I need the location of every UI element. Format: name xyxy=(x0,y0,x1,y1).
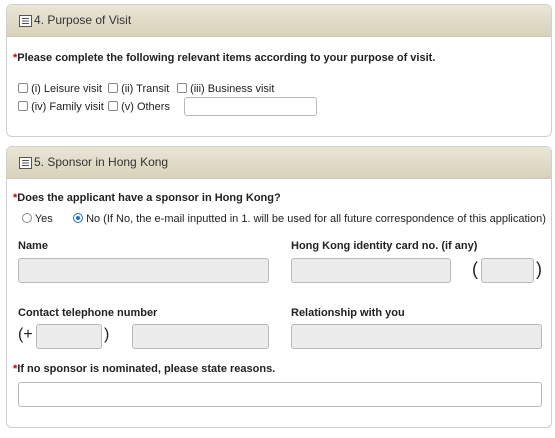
hkid-check-digit-input[interactable] xyxy=(481,258,534,283)
family-visit-option[interactable]: (iv) Family visit xyxy=(18,101,104,113)
hkid-open-paren: ( xyxy=(472,259,478,279)
leisure-visit-checkbox[interactable] xyxy=(18,83,28,93)
name-label: Name xyxy=(18,240,48,252)
no-sponsor-reason-input[interactable] xyxy=(18,382,542,407)
sponsor-header: 5. Sponsor in Hong Kong xyxy=(7,147,551,179)
sponsor-no-option[interactable]: No (If No, the e-mail inputted in 1. wil… xyxy=(73,213,546,225)
phone-number-input[interactable] xyxy=(132,324,269,349)
phone-prefix: (+ xyxy=(18,326,33,343)
relationship-label: Relationship with you xyxy=(291,307,405,319)
section-title: 4. Purpose of Visit xyxy=(34,13,132,27)
list-icon xyxy=(19,157,32,169)
no-sponsor-reason-label: *If no sponsor is nominated, please stat… xyxy=(13,363,276,375)
business-visit-checkbox[interactable] xyxy=(177,83,187,93)
others-option[interactable]: (v) Others xyxy=(108,101,170,113)
transit-checkbox[interactable] xyxy=(108,83,118,93)
purpose-of-visit-panel: 4. Purpose of Visit *Please complete the… xyxy=(6,4,552,137)
family-visit-checkbox[interactable] xyxy=(18,101,28,111)
sponsor-no-radio[interactable] xyxy=(73,213,83,223)
hkid-close-paren: ) xyxy=(536,259,542,279)
hkid-input[interactable] xyxy=(291,258,451,283)
sponsor-yes-option[interactable]: Yes xyxy=(22,213,53,225)
sponsor-question: *Does the applicant have a sponsor in Ho… xyxy=(13,192,281,204)
purpose-of-visit-header: 4. Purpose of Visit xyxy=(7,5,551,37)
section-title: 5. Sponsor in Hong Kong xyxy=(34,155,169,169)
phone-label: Contact telephone number xyxy=(18,307,158,319)
sponsor-name-input[interactable] xyxy=(18,258,269,283)
leisure-visit-option[interactable]: (i) Leisure visit xyxy=(18,83,102,95)
purpose-instruction: *Please complete the following relevant … xyxy=(13,52,436,64)
hkid-label: Hong Kong identity card no. (if any) xyxy=(291,240,478,252)
others-input[interactable] xyxy=(184,97,317,116)
sponsor-yes-radio[interactable] xyxy=(22,213,32,223)
list-icon xyxy=(19,15,32,27)
business-visit-option[interactable]: (iii) Business visit xyxy=(177,83,274,95)
transit-option[interactable]: (ii) Transit xyxy=(108,83,169,95)
sponsor-panel: 5. Sponsor in Hong Kong *Does the applic… xyxy=(6,146,552,428)
relationship-input[interactable] xyxy=(291,324,542,349)
phone-prefix-close: ) xyxy=(104,326,110,343)
phone-country-code-input[interactable] xyxy=(36,324,102,349)
others-checkbox[interactable] xyxy=(108,101,118,111)
